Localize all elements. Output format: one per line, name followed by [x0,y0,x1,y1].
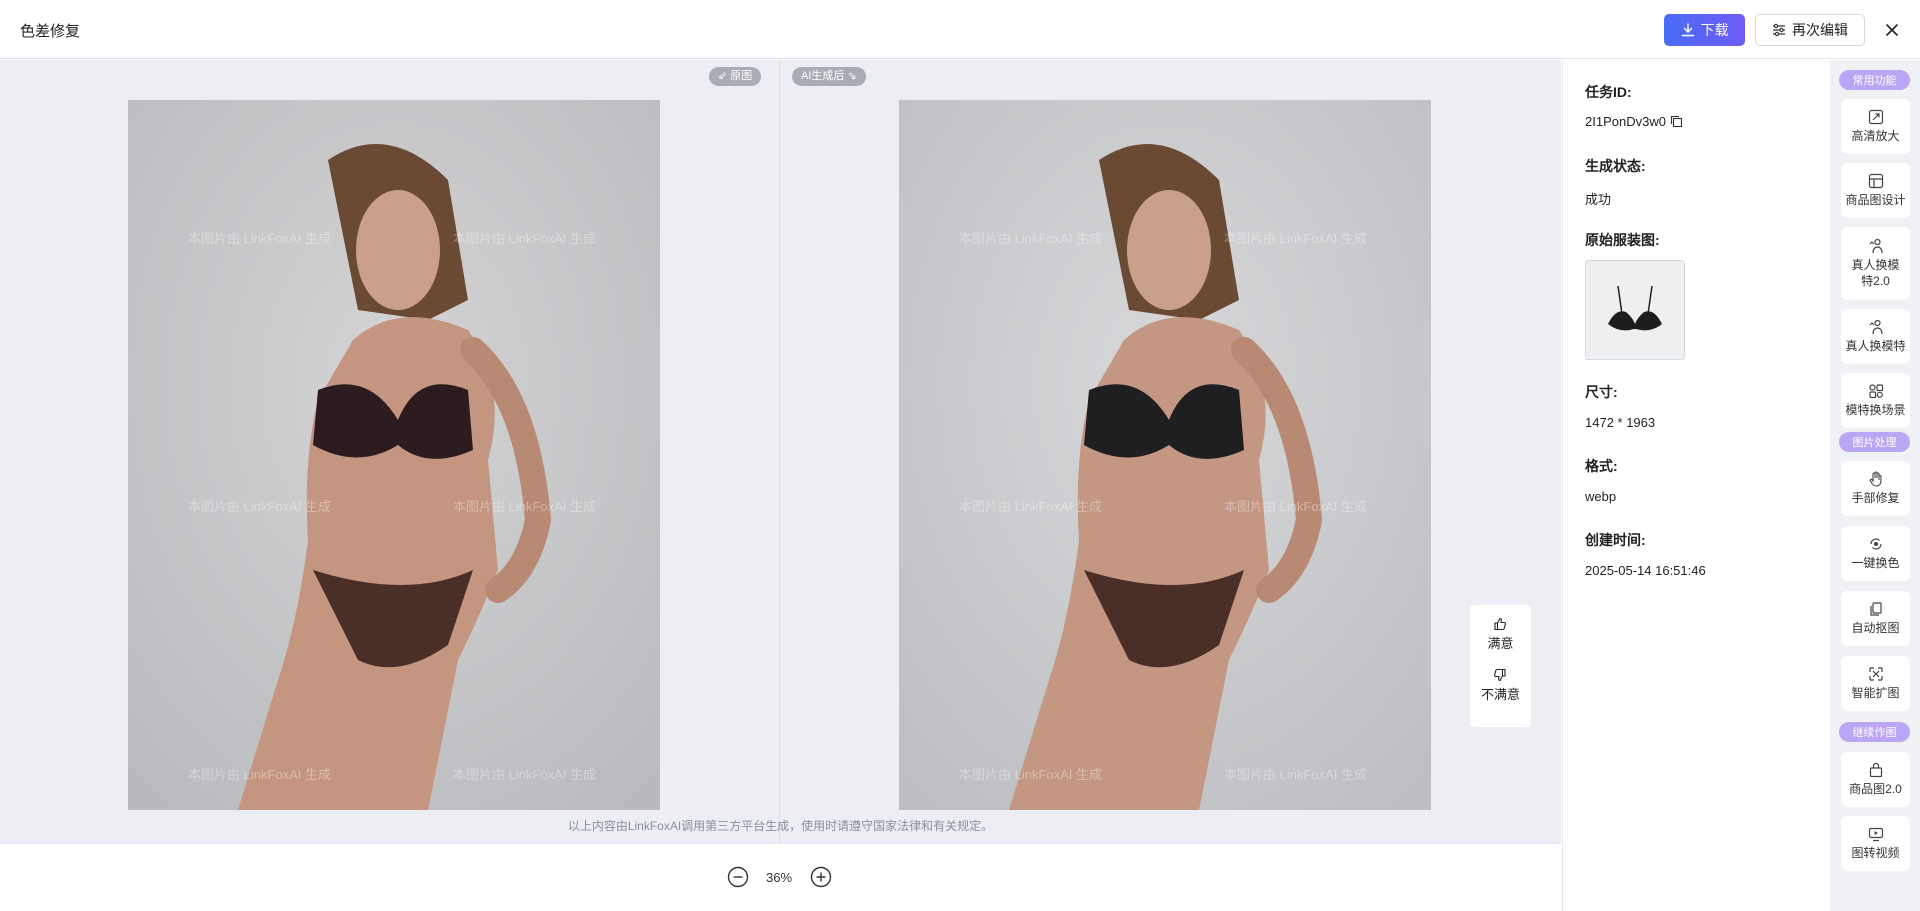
group-common: 常用功能 [1839,70,1910,90]
tool-product-design[interactable]: 商品图设计 [1841,163,1910,218]
hand-icon [1869,471,1882,487]
watermark: 本图片由 LinkFoxAI 生成 [453,499,597,514]
arrow-down-right-icon: ⇘ [847,70,857,82]
watermark: 本图片由 LinkFoxAI 生成 [188,767,332,782]
thumbs-down-icon [1494,668,1507,682]
tool-image-to-video[interactable]: 图转视频 [1841,816,1910,871]
watermark: 本图片由 LinkFoxAI 生成 [453,231,597,246]
close-button[interactable] [1880,18,1904,42]
watermark: 本图片由 LinkFoxAI 生成 [1224,231,1368,246]
group-continue: 继续作图 [1839,722,1910,742]
zoom-in-button[interactable] [810,866,832,893]
compare-canvas: ⇙ 原图 AI生成后 ⇘ 本图片由 LinkFoxAI 生成 本图片由 Link… [0,60,1561,843]
ai-tag-label: AI生成后 [801,70,845,82]
size-label: 尺寸: [1585,384,1618,400]
tool-label: 智能扩图 [1851,686,1900,700]
garment-image [1608,285,1662,331]
top-bar: 色差修复 下载 再次编辑 [0,0,1920,59]
info-panel: 任务ID: 2I1PonDv3w0 生成状态: 成功 原始服装图: 尺寸: 14… [1562,60,1830,911]
result-image: 本图片由 LinkFoxAI 生成 本图片由 LinkFoxAI 生成 本图片由… [899,100,1431,810]
watermark: 本图片由 LinkFoxAI 生成 [959,499,1103,514]
edit-again-label: 再次编辑 [1792,22,1848,38]
original-tag: ⇙ 原图 [709,67,762,86]
like-label: 满意 [1487,636,1514,651]
tool-label: 自动抠图 [1851,621,1900,635]
download-icon [1681,23,1694,37]
watermark: 本图片由 LinkFoxAI 生成 [188,231,332,246]
created-time-label: 创建时间: [1585,532,1646,548]
dislike-label: 不满意 [1480,687,1520,702]
created-time-value: 2025-05-14 16:51:46 [1585,563,1706,578]
disclaimer-text: 以上内容由LinkFoxAI调用第三方平台生成，使用时请遵守国家法律和有关规定。 [567,819,994,833]
status-value: 成功 [1585,192,1612,207]
layout-icon [1868,173,1883,189]
watermark: 本图片由 LinkFoxAI 生成 [1224,499,1368,514]
zoom-bar: 36% [0,843,1561,911]
watermark: 本图片由 LinkFoxAI 生成 [453,767,597,782]
zoom-out-button[interactable] [727,866,749,893]
page-title: 色差修复 [20,23,81,40]
copy-icon[interactable] [1670,115,1683,128]
watermark: 本图片由 LinkFoxAI 生成 [188,499,332,514]
status-label: 生成状态: [1585,158,1646,174]
dislike-button[interactable]: 不满意 [1481,668,1520,703]
expand-icon [1868,667,1883,681]
original-image: 本图片由 LinkFoxAI 生成 本图片由 LinkFoxAI 生成 本图片由… [128,100,660,810]
tool-label: 真人换模特2.0 [1851,258,1900,288]
tool-label: 图转视频 [1851,846,1900,860]
tool-upscale[interactable]: 高清放大 [1841,99,1910,154]
minus-circle-icon [727,866,749,888]
tool-model-swap[interactable]: 真人换模特 [1841,309,1910,364]
plus-circle-icon [810,866,832,888]
tool-label: 一键换色 [1851,556,1900,570]
task-id-row: 2I1PonDv3w0 [1585,114,1683,129]
tool-auto-cutout[interactable]: 自动抠图 [1841,591,1910,646]
tool-label: 商品图设计 [1845,193,1906,207]
tool-sidebar: 常用功能 高清放大 商品图设计 真人换模特2.0 真人换模特 模特换场景 图片处… [1830,60,1920,911]
feedback-panel: 满意 不满意 [1470,605,1531,727]
arrow-down-left-icon: ⇙ [718,70,728,82]
scene-icon [1868,384,1883,399]
watermark: 本图片由 LinkFoxAI 生成 [959,231,1103,246]
watermark: 本图片由 LinkFoxAI 生成 [1224,767,1368,782]
tool-smart-expand[interactable]: 智能扩图 [1841,656,1910,711]
download-label: 下载 [1700,22,1729,38]
original-tag-label: 原图 [730,70,753,82]
format-value: webp [1585,489,1617,504]
ai-tag: AI生成后 ⇘ [792,67,866,86]
tool-hand-repair[interactable]: 手部修复 [1841,461,1910,516]
like-button[interactable]: 满意 [1487,617,1514,652]
format-label: 格式: [1585,458,1618,474]
model-swap-icon [1869,238,1883,254]
watermark: 本图片由 LinkFoxAI 生成 [959,767,1103,782]
video-icon [1868,827,1883,842]
cutout-icon [1869,602,1882,616]
tool-label: 高清放大 [1851,129,1900,143]
upscale-icon [1868,109,1883,125]
tool-label: 真人换模特 [1845,339,1906,353]
tool-recolor[interactable]: 一键换色 [1841,526,1910,581]
tool-label: 手部修复 [1851,491,1900,505]
task-id-value: 2I1PonDv3w0 [1585,114,1666,129]
sliders-icon [1773,23,1785,37]
zoom-level: 36% [766,870,793,885]
tool-product-image-2[interactable]: 商品图2.0 [1841,752,1910,807]
download-button[interactable]: 下载 [1664,14,1745,46]
tool-label: 商品图2.0 [1849,782,1902,796]
original-garment-thumbnail[interactable] [1585,260,1685,360]
bag-icon [1869,762,1882,778]
tool-label: 模特换场景 [1845,403,1906,417]
thumbs-up-icon [1494,617,1507,631]
compare-divider[interactable] [779,60,780,843]
close-icon [1886,24,1898,36]
model-swap-icon [1869,319,1883,335]
edit-again-button[interactable]: 再次编辑 [1755,14,1865,46]
tool-scene-swap[interactable]: 模特换场景 [1841,373,1910,428]
tool-model-swap-2[interactable]: 真人换模特2.0 [1841,227,1910,300]
task-id-label: 任务ID: [1585,84,1632,100]
size-value: 1472 * 1963 [1585,415,1656,430]
recolor-icon [1869,538,1882,550]
original-garment-label: 原始服装图: [1585,232,1660,248]
group-image-processing: 图片处理 [1839,432,1910,452]
